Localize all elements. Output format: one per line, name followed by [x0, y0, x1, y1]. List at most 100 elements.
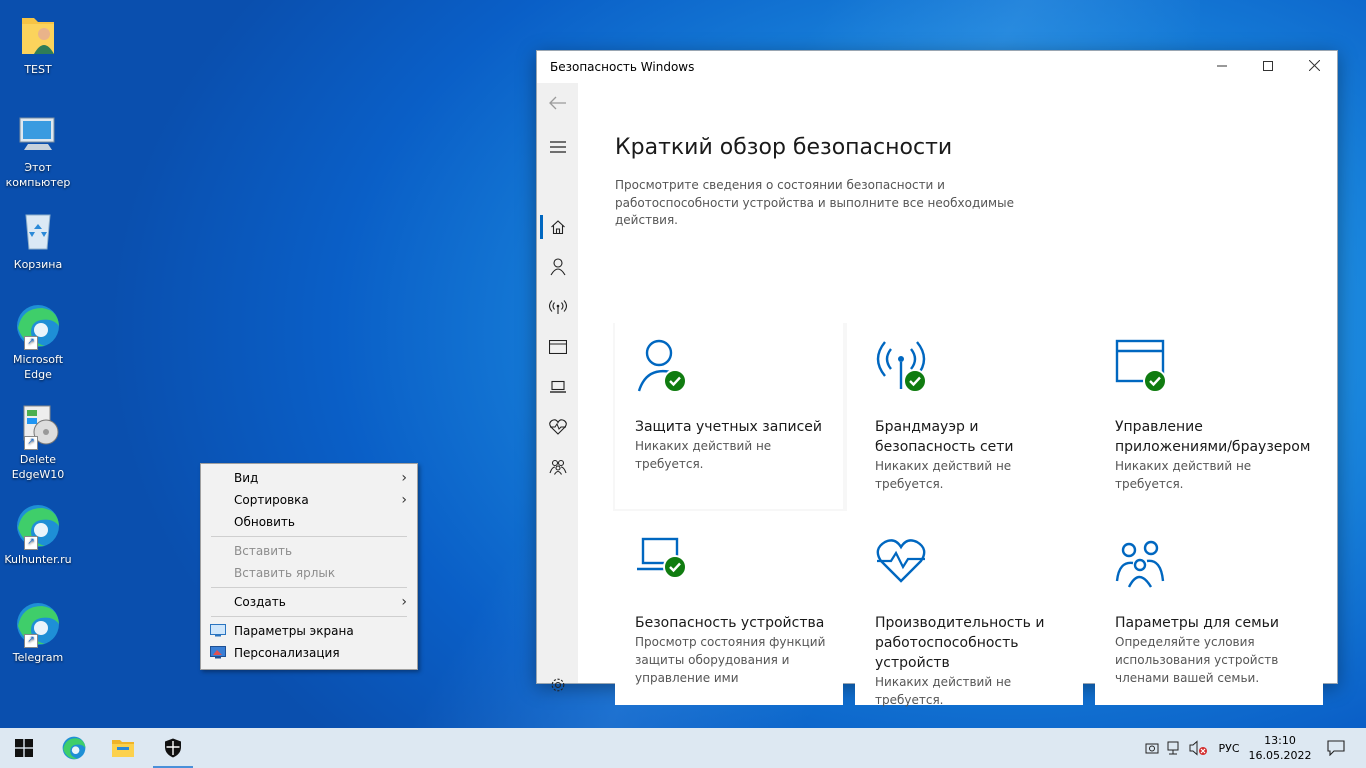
- tile-status: Никаких действий не требуется.: [1115, 459, 1252, 491]
- tray-language[interactable]: РУС: [1212, 728, 1246, 768]
- person-icon: [550, 258, 565, 276]
- back-button[interactable]: [537, 83, 578, 123]
- window-titlebar[interactable]: Безопасность Windows: [537, 51, 1337, 83]
- nav-account-protection[interactable]: [537, 247, 578, 287]
- camera-icon: [1145, 743, 1159, 754]
- menu-item-create[interactable]: Создать ›: [201, 591, 417, 613]
- taskbar-file-explorer[interactable]: [99, 728, 147, 768]
- installer-icon: ↗: [14, 402, 62, 450]
- maximize-button[interactable]: [1245, 51, 1291, 83]
- tile-status: Никаких действий не требуется.: [875, 459, 1012, 491]
- navigation-sidebar: [537, 83, 578, 692]
- browser-window-icon: [548, 340, 567, 354]
- menu-separator: [211, 616, 407, 617]
- personalize-icon: [210, 646, 226, 659]
- tile-status: Никаких действий не требуется.: [635, 439, 772, 471]
- chevron-right-icon: ›: [401, 492, 407, 508]
- chevron-right-icon: ›: [401, 470, 407, 486]
- tile-status: Определяйте условия использования устрой…: [1115, 635, 1279, 685]
- minimize-button[interactable]: [1199, 51, 1245, 83]
- nav-family-options[interactable]: [537, 447, 578, 487]
- desktop-icon-this-pc[interactable]: Этот компьютер: [2, 110, 74, 190]
- tile-app-browser-control[interactable]: Управление приложениями/браузером Никаки…: [1095, 321, 1323, 509]
- menu-item-personalize[interactable]: Персонализация: [201, 642, 417, 664]
- shortcut-arrow-icon: ↗: [24, 436, 38, 450]
- monitor-icon: [210, 624, 226, 637]
- firewall-icon: [876, 341, 927, 393]
- recycle-bin-icon: [14, 207, 62, 255]
- shield-icon: [165, 738, 181, 758]
- back-arrow-icon: [548, 96, 566, 110]
- notification-icon: [1327, 740, 1345, 756]
- nav-app-browser-control[interactable]: [537, 327, 578, 367]
- menu-button[interactable]: [537, 127, 578, 167]
- tile-account-protection[interactable]: Защита учетных записей Никаких действий …: [615, 321, 843, 509]
- tray-clock[interactable]: 13:10 16.05.2022: [1248, 728, 1312, 768]
- shortcut-arrow-icon: ↗: [24, 336, 38, 350]
- heart-pulse-icon: [548, 419, 567, 435]
- shortcut-arrow-icon: ↗: [24, 536, 38, 550]
- app-browser-icon: [1115, 339, 1167, 393]
- start-button[interactable]: [0, 728, 48, 768]
- nav-device-security[interactable]: [537, 367, 578, 407]
- desktop-icon-edge[interactable]: ↗ Microsoft Edge: [2, 302, 74, 382]
- edge-icon: [62, 736, 86, 760]
- edge-icon: ↗: [14, 502, 62, 550]
- taskbar-edge[interactable]: [50, 728, 98, 768]
- edge-icon: ↗: [14, 302, 62, 350]
- taskbar: РУС 13:10 16.05.2022: [0, 728, 1366, 768]
- home-icon: [550, 220, 565, 235]
- desktop-icon-telegram[interactable]: ↗ Telegram: [2, 600, 74, 665]
- menu-item-paste-shortcut: Вставить ярлык: [234, 566, 336, 580]
- windows-security-window: Безопасность Windows Краткий обзор безоп…: [536, 50, 1338, 707]
- nav-home[interactable]: [537, 207, 578, 247]
- taskbar-windows-security[interactable]: [149, 728, 197, 768]
- tile-device-performance[interactable]: Производительность и работоспособность у…: [855, 517, 1083, 707]
- desktop-icon-recycle-bin[interactable]: Корзина: [2, 207, 74, 272]
- hamburger-icon: [549, 141, 566, 153]
- nav-settings[interactable]: [537, 665, 578, 705]
- close-button[interactable]: [1291, 51, 1337, 83]
- maximize-icon: [1263, 61, 1273, 71]
- tray-meet-now[interactable]: [1142, 728, 1162, 768]
- tile-title: Управление приложениями/браузером: [1115, 419, 1311, 455]
- nav-device-performance[interactable]: [537, 407, 578, 447]
- speaker-muted-icon: [1189, 740, 1207, 756]
- tile-firewall[interactable]: Брандмауэр и безопасность сети Никаких д…: [855, 321, 1083, 509]
- menu-item-refresh[interactable]: Обновить: [201, 511, 417, 533]
- tray-action-center[interactable]: [1316, 728, 1356, 768]
- menu-item-display-settings[interactable]: Параметры экрана: [201, 620, 417, 642]
- tile-title: Защита учетных записей: [635, 419, 822, 435]
- menu-item-sort[interactable]: Сортировка ›: [201, 489, 417, 511]
- clock-time: 13:10: [1264, 734, 1296, 747]
- desktop-icon-kulhunter[interactable]: ↗ Kulhunter.ru: [2, 502, 74, 567]
- family-icon: [548, 459, 567, 475]
- tile-title: Безопасность устройства: [635, 615, 825, 631]
- main-content: Краткий обзор безопасности Просмотрите с…: [579, 83, 1336, 707]
- wireless-icon: [548, 300, 567, 314]
- tile-family-options[interactable]: Параметры для семьи Определяйте условия …: [1095, 517, 1323, 705]
- menu-separator: [211, 587, 407, 588]
- laptop-icon: [549, 380, 566, 393]
- network-icon: [1167, 741, 1179, 755]
- desktop-context-menu: Вид › Сортировка › Обновить Вставить Вст…: [200, 463, 418, 670]
- tile-device-security[interactable]: Безопасность устройства Просмотр состоян…: [615, 517, 843, 705]
- shortcut-arrow-icon: ↗: [24, 634, 38, 648]
- windows-logo-icon: [15, 739, 33, 757]
- page-description: Просмотрите сведения о состоянии безопас…: [615, 178, 1014, 227]
- menu-item-view[interactable]: Вид ›: [201, 467, 417, 489]
- folder-icon: [112, 740, 134, 757]
- tray-volume[interactable]: [1186, 728, 1212, 768]
- gear-icon: [551, 678, 564, 692]
- desktop-icon-delete-edge[interactable]: ↗ Delete EdgeW10: [2, 402, 74, 482]
- tile-title: Брандмауэр и безопасность сети: [875, 419, 1014, 455]
- nav-firewall[interactable]: [537, 287, 578, 327]
- computer-icon: [14, 110, 62, 158]
- minimize-icon: [1217, 65, 1227, 67]
- heart-pulse-icon: [876, 539, 926, 583]
- desktop-icon-test[interactable]: TEST: [2, 12, 74, 77]
- tile-title: Производительность и работоспособность у…: [875, 615, 1045, 671]
- tray-network[interactable]: [1162, 728, 1184, 768]
- user-folder-icon: [14, 12, 62, 60]
- account-protection-icon: [637, 339, 687, 393]
